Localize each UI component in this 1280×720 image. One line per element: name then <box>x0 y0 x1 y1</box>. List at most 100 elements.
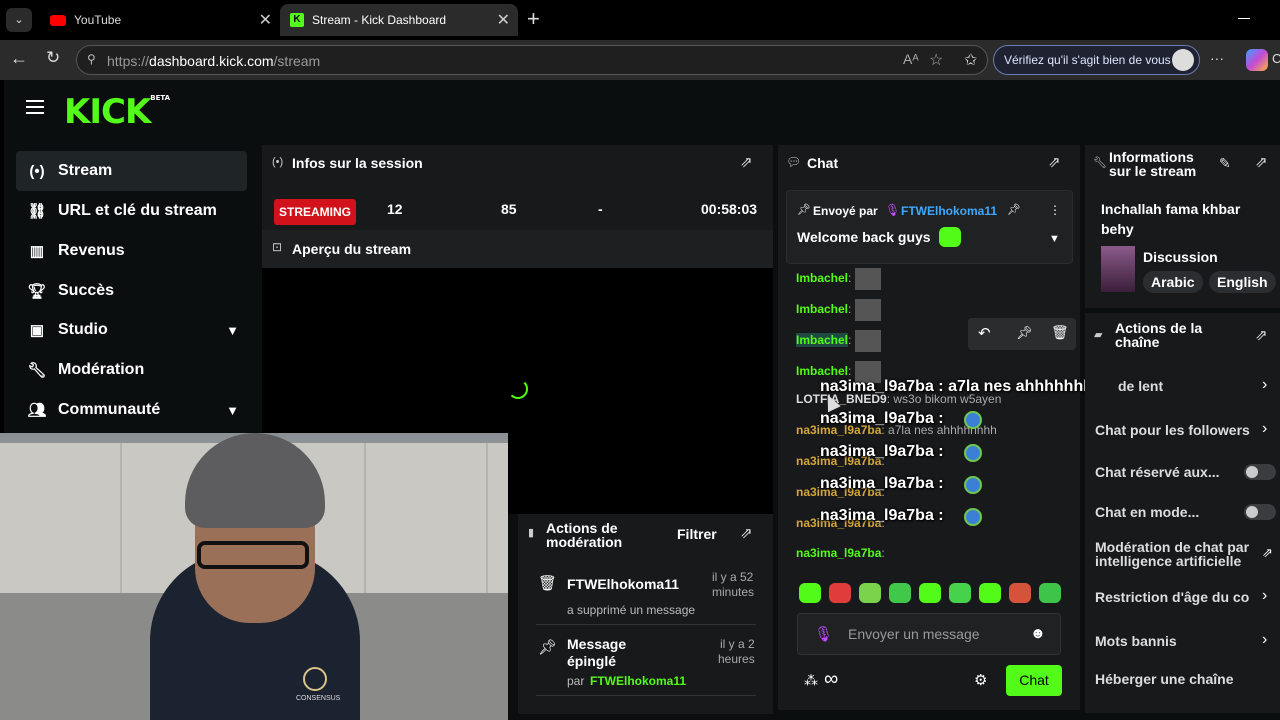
reload-icon[interactable]: ↻ <box>46 48 60 68</box>
favorites-icon[interactable]: ✩ <box>964 50 977 70</box>
tab-kick-dashboard[interactable]: K Stream - Kick Dashboard ✕ <box>280 4 518 36</box>
tab-youtube-label: YouTube <box>74 13 122 27</box>
new-tab-icon[interactable]: + <box>527 6 540 32</box>
sidebar-item-moderation[interactable]: 🔧︎ Modération <box>16 350 247 390</box>
chat-mode-row[interactable]: Chat en mode... <box>1095 504 1235 520</box>
preview-title: Aperçu du stream <box>292 241 412 257</box>
stat-dash: - <box>598 201 603 217</box>
edit-wrench-icon: 🔧︎ <box>1093 157 1107 169</box>
host-channel-row[interactable]: Héberger une chaîne <box>1095 671 1255 687</box>
chevron-right-icon[interactable]: › <box>1262 631 1267 649</box>
popout-icon[interactable]: ⇗ <box>1048 153 1061 171</box>
emoji-picker-icon[interactable]: ☻ <box>1030 625 1046 642</box>
more-options-icon[interactable]: ··· <box>1210 50 1224 66</box>
sidebar-item-label: Revenus <box>58 242 125 259</box>
banned-words-row[interactable]: Mots bannis <box>1095 633 1255 649</box>
settings-gear-icon[interactable]: ⚙ <box>974 671 987 689</box>
pinned-message[interactable]: 📌︎ Envoyé par 🎙︎ FTWElhokoma11 📌︎ ⋮ Welc… <box>786 190 1073 264</box>
pinned-user[interactable]: FTWElhokoma11 <box>901 204 997 218</box>
tag-english[interactable]: English <box>1209 271 1276 293</box>
kick-logo[interactable]: KICKBETA <box>64 92 170 132</box>
url-field[interactable]: ⚲ https://dashboard.kick.com/stream Aᴬ ☆ <box>76 45 988 75</box>
copilot-icon[interactable] <box>1246 49 1268 71</box>
emote-icon[interactable] <box>1039 583 1061 603</box>
stream-title: behy <box>1101 221 1134 237</box>
mod-action-time: il y a 52 <box>712 570 754 584</box>
close-tab-icon[interactable]: ✕ <box>497 10 510 30</box>
reply-icon[interactable]: ↶ <box>978 324 991 342</box>
emote-icon[interactable] <box>829 583 851 603</box>
sidebar-item-revenue[interactable]: ▥ Revenus <box>16 231 247 271</box>
slow-mode-row[interactable]: de lent <box>1118 378 1238 394</box>
close-tab-icon[interactable]: ✕ <box>259 10 272 30</box>
pinned-menu-icon[interactable]: ⋮ <box>1049 203 1061 217</box>
chevron-down-icon[interactable]: ▼ <box>226 403 239 418</box>
age-restriction-row[interactable]: Restriction d'âge du co <box>1095 589 1255 605</box>
mic-icon: 🎙︎ <box>885 203 901 217</box>
stream-title: Inchallah fama khbar <box>1101 201 1241 217</box>
sidebar-item-studio[interactable]: ▣ Studio ▼ <box>16 310 247 350</box>
minimize-window-icon[interactable] <box>1238 18 1250 19</box>
category-thumbnail[interactable] <box>1101 246 1135 292</box>
infinity-icon[interactable]: ∞ <box>824 668 838 691</box>
emote-icon[interactable] <box>799 583 821 603</box>
sidebar-item-label: URL et clé du stream <box>58 202 217 219</box>
chat-input[interactable]: 🎙︎ Envoyer un message ☻ <box>797 613 1061 655</box>
mod-action-user[interactable]: FTWElhokoma11 <box>590 674 686 688</box>
emote-icon[interactable] <box>979 583 1001 603</box>
favorite-star-icon[interactable]: ☆ <box>929 50 943 70</box>
send-chat-button[interactable]: Chat <box>1006 665 1062 696</box>
emote-icon[interactable] <box>919 583 941 603</box>
emote-icon[interactable] <box>1009 583 1031 603</box>
hamburger-menu-icon[interactable] <box>26 100 44 114</box>
filter-button[interactable]: Filtrer <box>677 526 717 542</box>
subscriber-chat-row[interactable]: Chat réservé aux... <box>1095 464 1235 480</box>
chat-message: na3ima_l9a7ba: <box>796 546 885 560</box>
subscriber-chat-toggle[interactable] <box>1244 464 1276 480</box>
popout-icon[interactable]: ⇗ <box>740 153 753 171</box>
users-icon: 👥︎ <box>27 402 47 419</box>
chevron-right-icon[interactable]: › <box>1262 587 1267 605</box>
back-icon[interactable]: ← <box>10 48 28 69</box>
emote-icon[interactable] <box>859 583 881 603</box>
chevron-down-icon[interactable]: ▼ <box>226 323 239 338</box>
delete-icon[interactable]: 🗑︎ <box>1051 324 1069 341</box>
mod-action-user[interactable]: FTWElhokoma11 <box>567 576 679 592</box>
chevron-down-icon[interactable]: ▼ <box>1049 233 1060 245</box>
external-link-icon[interactable]: ⇗ <box>1262 545 1273 561</box>
edit-pencil-icon[interactable]: ✎ <box>1219 155 1231 172</box>
wrench-icon: 🔧︎ <box>27 362 47 379</box>
read-aloud-icon[interactable]: Aᴬ <box>903 51 919 67</box>
site-info-icon[interactable]: ⚲ <box>87 52 96 66</box>
chevron-right-icon[interactable]: › <box>1262 376 1267 394</box>
ai-moderation-row[interactable]: intelligence artificielle <box>1095 553 1255 569</box>
tab-list-chevron-icon[interactable]: ⌄ <box>6 8 32 32</box>
sidebar-item-stream[interactable]: (•) Stream <box>16 151 247 191</box>
popout-icon[interactable]: ⇗ <box>1255 326 1268 344</box>
popout-icon[interactable]: ⇗ <box>1255 153 1268 171</box>
browser-address-bar: ← ↻ ⚲ https://dashboard.kick.com/stream … <box>0 40 1280 80</box>
emote-quick-bar <box>799 583 1069 605</box>
trash-icon: 🗑︎ <box>538 575 558 592</box>
preview-icon: ⊡ <box>272 240 283 254</box>
followers-only-chat-row[interactable]: Chat pour les followers <box>1095 422 1255 438</box>
tag-arabic[interactable]: Arabic <box>1143 271 1203 293</box>
pinned-message-text: Welcome back guys <box>797 229 931 245</box>
users-icon[interactable]: ⁂ <box>804 672 818 689</box>
chat-mode-toggle[interactable] <box>1244 504 1276 520</box>
sidebar-item-url-key[interactable]: ⛓ URL et clé du stream <box>16 191 247 231</box>
category-name[interactable]: Discussion <box>1143 249 1218 265</box>
emote-icon[interactable] <box>889 583 911 603</box>
sidebar-item-community[interactable]: 👥︎ Communauté ▼ <box>16 390 247 430</box>
emote-icon[interactable] <box>949 583 971 603</box>
tab-youtube[interactable]: YouTube ✕ <box>40 4 280 36</box>
profile-avatar-icon[interactable] <box>1172 49 1194 71</box>
verify-identity-button[interactable]: Vérifiez qu'il s'agit bien de vous <box>993 45 1200 75</box>
popout-icon[interactable]: ⇗ <box>740 524 753 542</box>
chevron-right-icon[interactable]: › <box>1262 420 1267 438</box>
message-actions-toolbar: ↶ 📌︎ 🗑︎ <box>968 318 1076 350</box>
emote-icon <box>855 299 882 321</box>
sidebar-item-label: Studio <box>58 321 108 338</box>
pin-icon[interactable]: 📌︎ <box>1016 325 1033 341</box>
sidebar-item-achievements[interactable]: 🏆︎ Succès <box>16 271 247 311</box>
